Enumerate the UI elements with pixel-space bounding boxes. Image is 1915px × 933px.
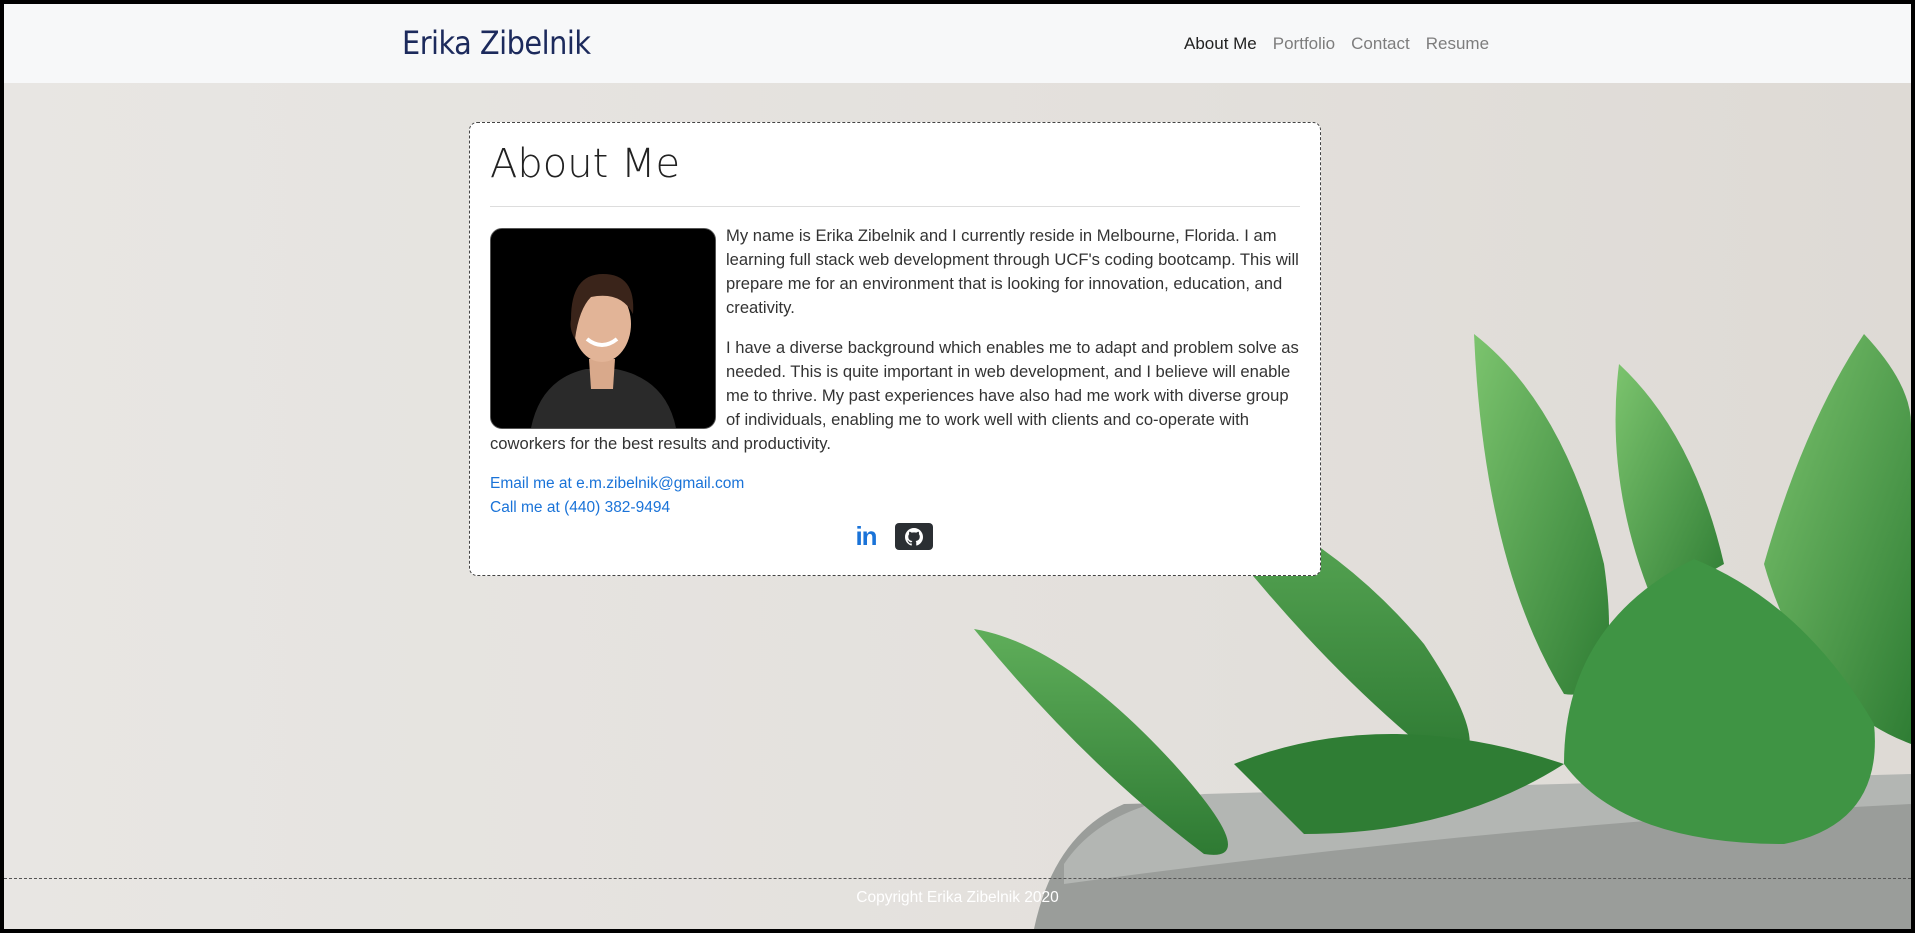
linkedin-icon[interactable]: in — [855, 521, 877, 552]
footer-copyright: Copyright Erika Zibelnik 2020 — [856, 889, 1059, 906]
nav-links: About Me Portfolio Contact Resume — [1184, 34, 1489, 54]
about-card: About Me My name is Erika Zibelnik and I… — [469, 122, 1321, 576]
page-frame: Erika Zibelnik About Me Portfolio Contac… — [4, 4, 1911, 929]
footer-divider — [4, 878, 1911, 879]
nav-contact[interactable]: Contact — [1351, 34, 1410, 54]
nav-portfolio[interactable]: Portfolio — [1273, 34, 1335, 54]
navbar: Erika Zibelnik About Me Portfolio Contac… — [4, 4, 1911, 83]
nav-about-me[interactable]: About Me — [1184, 34, 1257, 54]
brand-logo[interactable]: Erika Zibelnik — [402, 24, 591, 62]
social-links: in — [855, 521, 933, 552]
nav-resume[interactable]: Resume — [1426, 34, 1489, 54]
about-heading: About Me — [490, 141, 681, 187]
github-icon[interactable] — [895, 523, 933, 550]
contact-links: Email me at e.m.zibelnik@gmail.com Call … — [490, 472, 744, 520]
about-text: My name is Erika Zibelnik and I currentl… — [490, 224, 1306, 472]
phone-link[interactable]: Call me at (440) 382-9494 — [490, 496, 744, 520]
email-link[interactable]: Email me at e.m.zibelnik@gmail.com — [490, 472, 744, 496]
heading-divider — [490, 206, 1300, 207]
